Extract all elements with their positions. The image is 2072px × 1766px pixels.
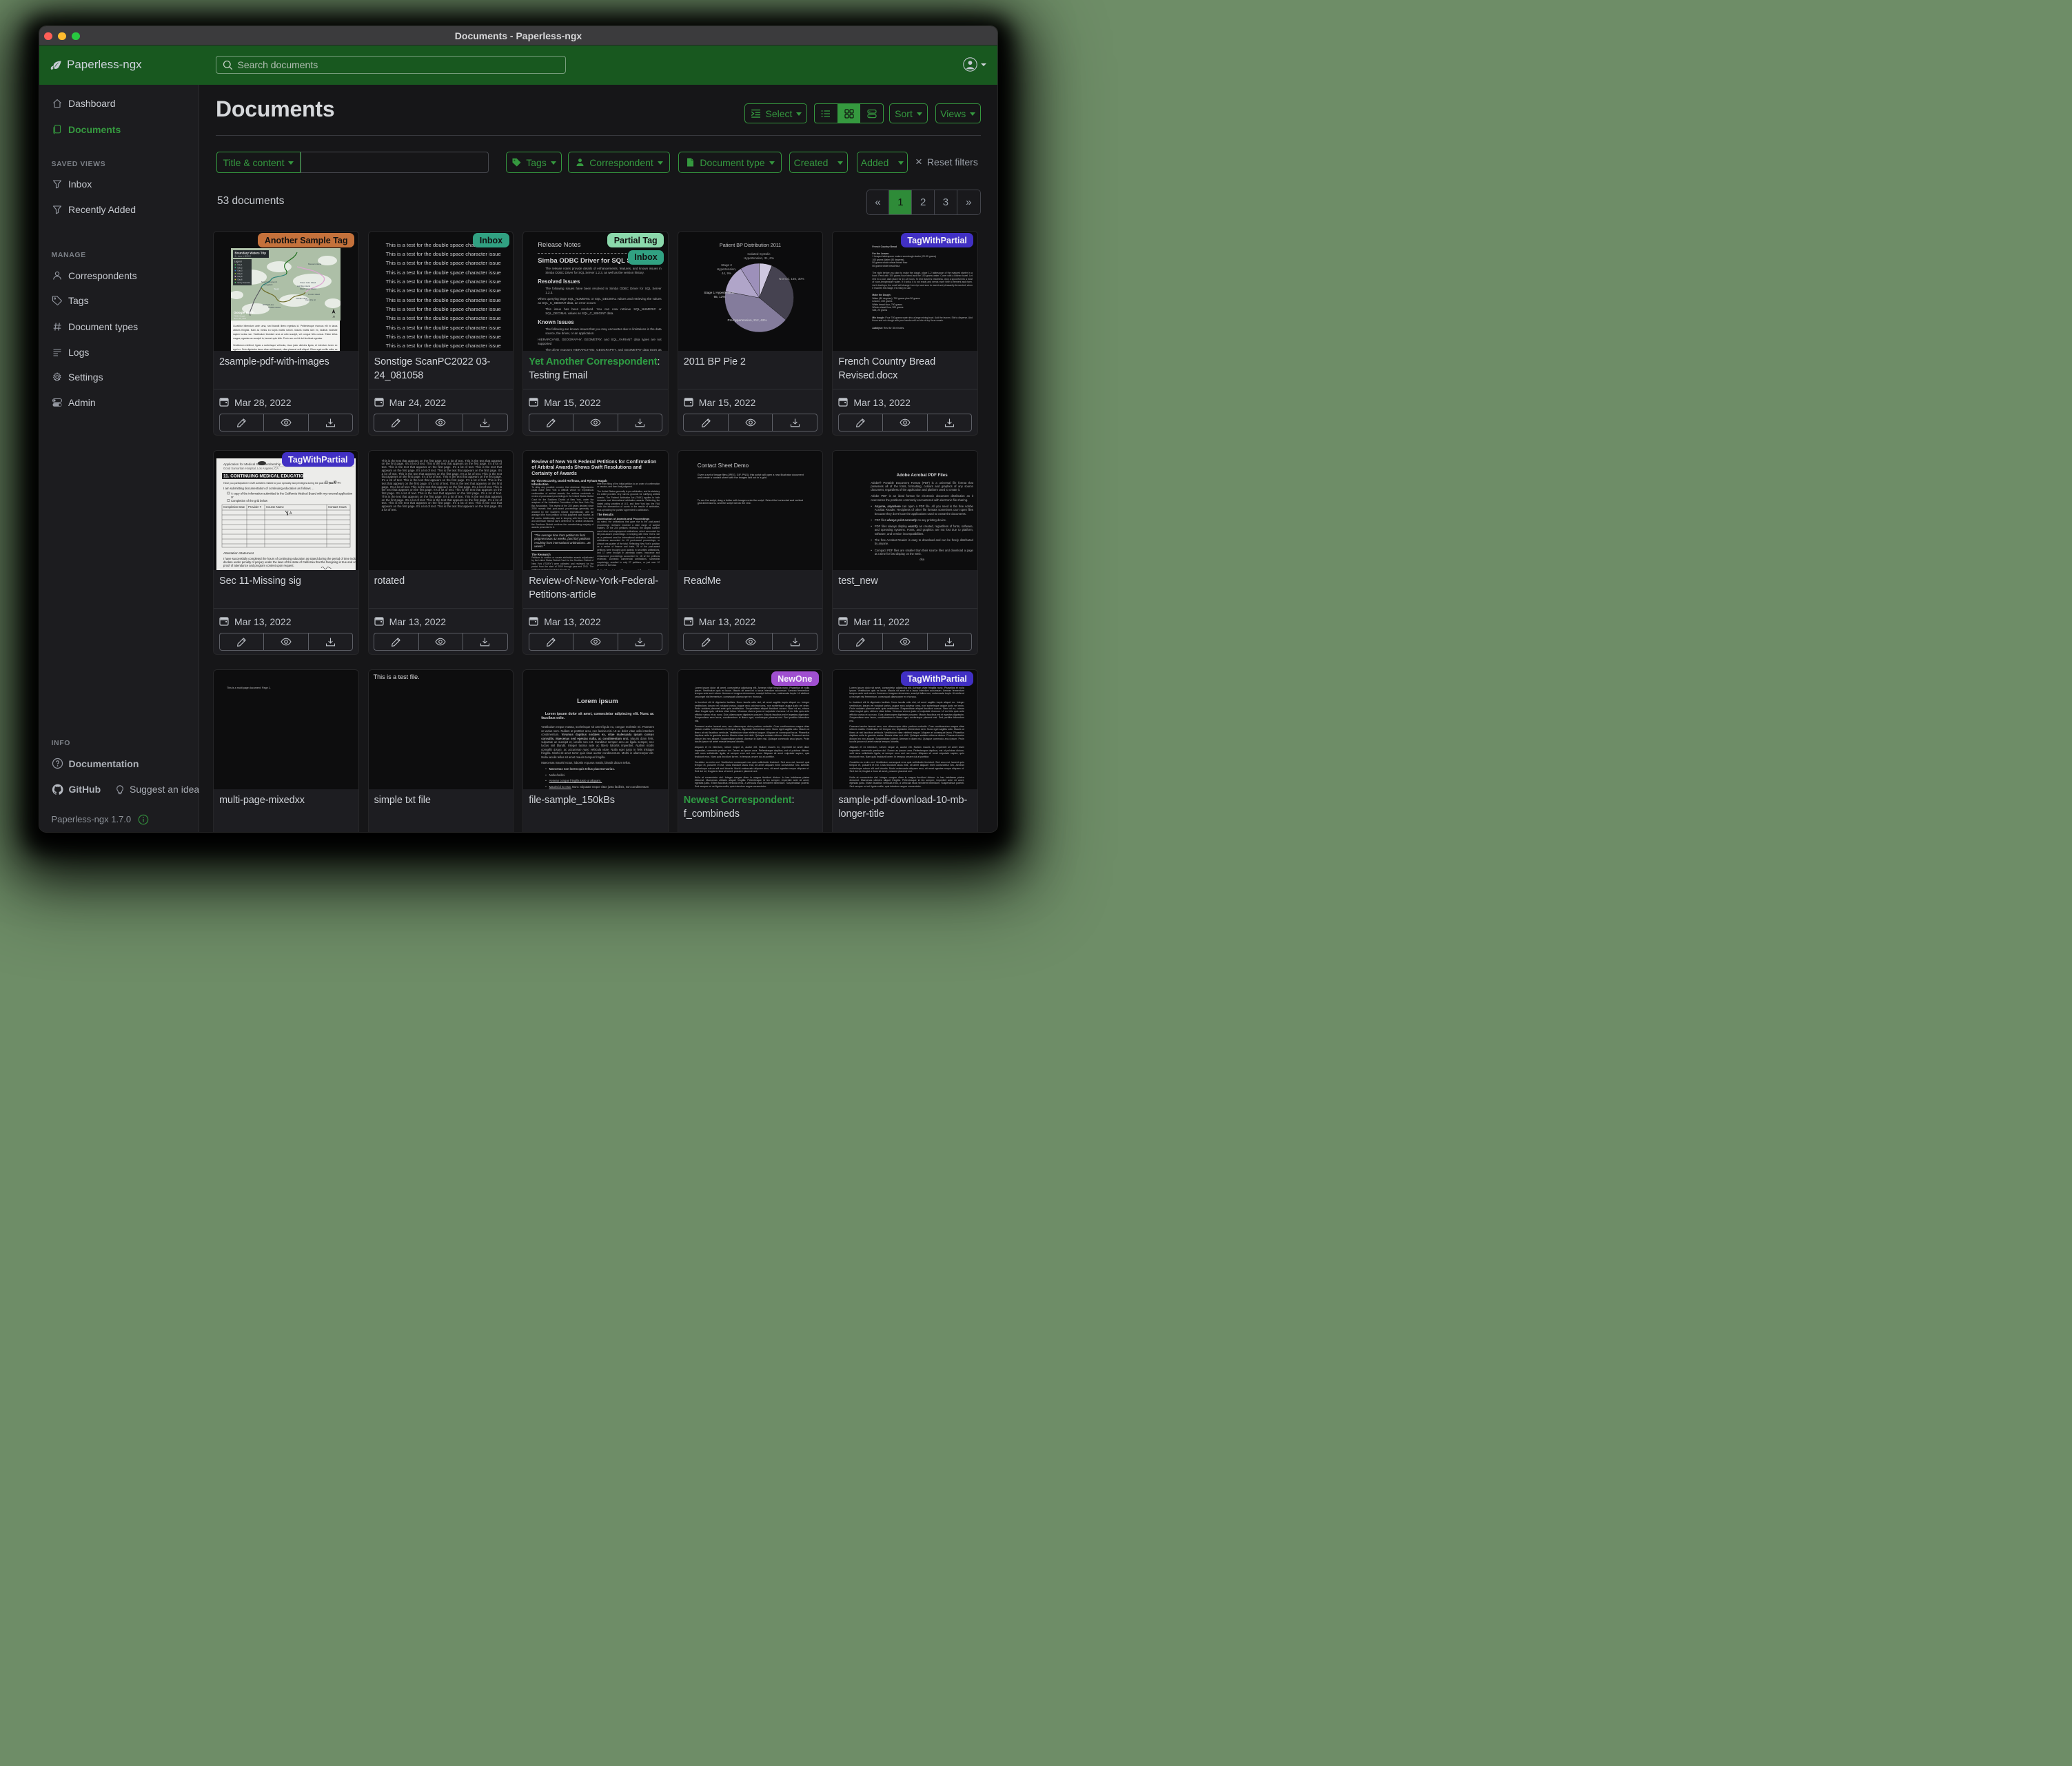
svg-text:A copy of the information subm: A copy of the information submitted to t… bbox=[231, 491, 353, 495]
svg-text:or: or bbox=[231, 495, 234, 498]
svg-text:Lincoln Island: Lincoln Island bbox=[308, 293, 321, 296]
svg-text:Good Samaritan Hospital, Los A: Good Samaritan Hospital, Los Angeles, CA bbox=[223, 467, 278, 470]
svg-text:I am submitting documentation: I am submitting documentation of continu… bbox=[223, 487, 314, 490]
svg-text:No: No bbox=[337, 480, 341, 484]
svg-text:44, 9%: 44, 9% bbox=[722, 272, 731, 275]
svg-text:Gangplank: Gangplank bbox=[263, 283, 273, 286]
svg-text:March 28, 2022: March 28, 2022 bbox=[234, 317, 247, 320]
svg-text:Test: Test bbox=[274, 287, 280, 291]
svg-text:Normal, 150, 30%: Normal, 150, 30% bbox=[779, 277, 804, 281]
svg-text:proof of attendance and progra: proof of attendance and program content … bbox=[223, 564, 294, 567]
svg-text:Hypertension, 31, 6%: Hypertension, 31, 6% bbox=[744, 256, 774, 260]
svg-text:Contact Hours: Contact Hours bbox=[328, 505, 347, 509]
svg-text:Stage 1 Hypertension,: Stage 1 Hypertension, bbox=[704, 291, 735, 294]
svg-text:Watch tower Island: Watch tower Island bbox=[300, 287, 316, 290]
svg-text:Isolated Systolic: Isolated Systolic bbox=[747, 252, 771, 256]
svg-text:Yes: Yes bbox=[328, 480, 333, 484]
svg-text:Completion Date: Completion Date bbox=[223, 505, 245, 509]
svg-text:11. CONTINUING MEDICAL EDUCATI: 11. CONTINUING MEDICAL EDUCATION bbox=[223, 474, 307, 478]
svg-text:Provider #: Provider # bbox=[248, 505, 262, 509]
svg-text:65, 13%: 65, 13% bbox=[713, 295, 725, 298]
svg-text:6+ days in BWCA: 6+ days in BWCA bbox=[234, 255, 251, 258]
svg-text:Legend: Legend bbox=[234, 261, 242, 263]
svg-text:Google Earth: Google Earth bbox=[234, 311, 254, 315]
svg-text:Have you participated in CME a: Have you participated in CME activities … bbox=[223, 482, 336, 485]
svg-text:Charles Island: Charles Island bbox=[268, 306, 281, 309]
svg-text:©2021 Google: ©2021 Google bbox=[234, 315, 245, 318]
svg-text:Course Name: Course Name bbox=[266, 505, 285, 509]
svg-text:Mausers Island: Mausers Island bbox=[308, 263, 321, 265]
svg-text:Hypertension,: Hypertension, bbox=[717, 267, 736, 271]
svg-text:Campfire Isl: Campfire Isl bbox=[305, 298, 316, 301]
svg-text:Completion of the grid below: Completion of the grid below bbox=[231, 498, 268, 502]
svg-text:Stage 2: Stage 2 bbox=[721, 263, 732, 267]
svg-text:Entry Point34: Entry Point34 bbox=[237, 281, 250, 284]
svg-text:Attestation Statement: Attestation Statement bbox=[223, 551, 254, 555]
svg-text:Application for Medical Staff: Application for Medical Staff Membership bbox=[223, 463, 281, 466]
svg-text:Fraser Lake Island: Fraser Lake Island bbox=[300, 281, 316, 284]
svg-text:Pre-hypertension, 212, 42%: Pre-hypertension, 212, 42% bbox=[727, 318, 766, 322]
